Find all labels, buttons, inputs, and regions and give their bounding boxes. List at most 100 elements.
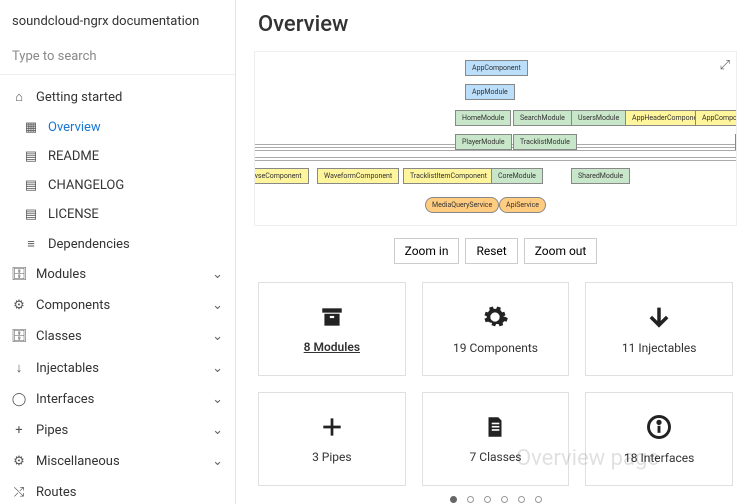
diagram-node[interactable]: AppComponent <box>465 60 528 76</box>
search-input[interactable] <box>0 39 235 75</box>
plus-icon: + <box>12 423 26 438</box>
zoom-controls: Zoom in Reset Zoom out <box>254 238 737 264</box>
chevron-down-icon: ⌄ <box>212 454 223 469</box>
plus-icon <box>319 414 345 440</box>
nav-label: Miscellaneous <box>36 454 120 469</box>
overview-card-11-injectables[interactable]: 11 Injectables <box>585 282 733 376</box>
diagram-node[interactable]: WaveformComponent <box>317 168 399 184</box>
card-label: 8 Modules <box>304 340 360 354</box>
list-icon: ≡ <box>24 236 38 252</box>
nav-sub-dependencies[interactable]: ≡ Dependencies <box>18 229 235 259</box>
gear-icon <box>481 303 509 331</box>
nav-label: CHANGELOG <box>48 178 124 193</box>
diagram-node[interactable]: BrowseComponent <box>254 168 309 184</box>
nav-label: Overview <box>48 120 101 135</box>
nav-label: LICENSE <box>48 207 99 222</box>
shuffle-icon: ⤭ <box>12 485 26 500</box>
archive-icon: 🗄 <box>12 329 26 344</box>
nav-section-interfaces[interactable]: ◯ Interfaces ⌄ <box>0 384 235 415</box>
zoom-in-button[interactable]: Zoom in <box>394 238 460 264</box>
nav-label: Pipes <box>36 423 68 438</box>
chevron-down-icon: ⌄ <box>212 329 223 344</box>
diagram-node[interactable]: SearchModule <box>513 110 572 126</box>
chevron-down-icon: ⌄ <box>212 267 223 282</box>
nav-sub-readme[interactable]: ▤ README <box>18 142 235 171</box>
sidebar: soundcloud-ngrx documentation ⌂ Getting … <box>0 0 236 504</box>
zoom-reset-button[interactable]: Reset <box>465 238 517 264</box>
carousel-dot[interactable] <box>518 496 525 503</box>
circle-icon: ◯ <box>12 392 26 407</box>
card-label: 3 Pipes <box>312 450 352 464</box>
nav-section-pipes[interactable]: + Pipes ⌄ <box>0 415 235 446</box>
diagram-node[interactable]: HomeModule <box>455 110 511 126</box>
chevron-down-icon: ⌄ <box>212 423 223 438</box>
down-icon <box>645 303 673 331</box>
diagram-node[interactable]: MediaQueryService <box>425 197 499 213</box>
page-title: Overview <box>258 12 737 37</box>
chevron-down-icon: ⌄ <box>212 392 223 407</box>
doc-icon <box>482 414 508 440</box>
nav-label: Getting started <box>36 90 122 105</box>
diagram-node[interactable]: CoreModule <box>491 168 543 184</box>
home-icon: ⌂ <box>12 89 26 105</box>
archive-icon: 🗄 <box>12 267 26 282</box>
overview-card-8-modules[interactable]: 8 Modules <box>258 282 406 376</box>
dependency-diagram[interactable]: ⤢ AppComponentAppModuleHomeModuleSearchM… <box>254 51 737 226</box>
zoom-out-button[interactable]: Zoom out <box>524 238 598 264</box>
chevron-down-icon: ⌄ <box>212 361 223 376</box>
overview-card-19-components[interactable]: 19 Components <box>422 282 570 376</box>
diagram-node[interactable]: UsersModule <box>571 110 626 126</box>
info-icon <box>645 413 673 441</box>
archive-icon <box>319 304 345 330</box>
carousel-dot[interactable] <box>467 496 474 503</box>
overview-card-18-interfaces[interactable]: 18 Interfaces <box>585 392 733 486</box>
nav-label: Injectables <box>36 361 99 376</box>
nav-getting-started[interactable]: ⌂ Getting started <box>0 81 235 113</box>
diagram-node[interactable]: AppModule <box>465 84 515 100</box>
nav-label: Interfaces <box>36 392 94 407</box>
gear-icon: ⚙ <box>12 298 26 313</box>
nav-label: Components <box>36 298 110 313</box>
doc-icon: ▤ <box>24 178 38 193</box>
nav-sub-license[interactable]: ▤LICENSE <box>18 200 235 229</box>
card-label: 11 Injectables <box>622 341 697 355</box>
carousel-dot[interactable] <box>450 496 457 503</box>
diagram-node[interactable]: TracklistItemComponent <box>403 168 494 184</box>
gear-icon: ⚙ <box>12 454 26 469</box>
nav-sub-getting-started: ▦ Overview ▤ README ▤ CHANGELOG ▤LICENSE ≡ Depen… <box>0 113 235 259</box>
overview-card-3-pipes[interactable]: 3 Pipes <box>258 392 406 486</box>
carousel-dot[interactable] <box>535 496 542 503</box>
carousel-dots <box>254 496 737 503</box>
card-label: 18 Interfaces <box>624 451 694 465</box>
chevron-down-icon: ⌄ <box>212 298 223 313</box>
diagram-node[interactable]: PlayerModule <box>455 134 512 150</box>
diagram-node[interactable]: AppComponent <box>695 110 737 126</box>
down-icon: ↓ <box>12 360 26 376</box>
diagram-node[interactable]: RoutingTo <box>735 134 737 150</box>
main: Overview ⤢ AppComponentAppModuleHomeModu… <box>236 0 755 504</box>
nav-label: Dependencies <box>48 237 130 252</box>
nav-sub-changelog[interactable]: ▤ CHANGELOG <box>18 171 235 200</box>
site-title: soundcloud-ngrx documentation <box>0 0 235 39</box>
diagram-node[interactable]: SharedModule <box>571 168 630 184</box>
nav-routes[interactable]: ⤭ Routes <box>0 477 235 504</box>
nav-section-classes[interactable]: 🗄Classes⌄ <box>0 321 235 352</box>
nav-sub-overview[interactable]: ▦ Overview <box>18 113 235 142</box>
nav-label: README <box>48 149 99 164</box>
nav-section-miscellaneous[interactable]: ⚙ Miscellaneous ⌄ <box>0 446 235 477</box>
nav-section-modules[interactable]: 🗄 Modules ⌄ <box>0 259 235 290</box>
doc-icon: ▤ <box>24 149 38 164</box>
nav-section-injectables[interactable]: ↓ Injectables ⌄ <box>0 352 235 384</box>
nav-section-components[interactable]: ⚙ Components ⌄ <box>0 290 235 321</box>
card-label: 7 Classes <box>470 450 522 464</box>
overview-card-7-classes[interactable]: 7 Classes <box>422 392 570 486</box>
nav-label: Modules <box>36 267 86 282</box>
grid-icon: ▦ <box>24 120 38 135</box>
carousel-dot[interactable] <box>484 496 491 503</box>
diagram-node[interactable]: ApiService <box>499 197 546 213</box>
carousel-dot[interactable] <box>501 496 508 503</box>
diagram-node[interactable]: TracklistModule <box>513 134 577 150</box>
card-label: 19 Components <box>453 341 538 355</box>
nav: ⌂ Getting started ▦ Overview ▤ README ▤ CHANG… <box>0 75 235 504</box>
nav-label: Routes <box>36 485 76 500</box>
